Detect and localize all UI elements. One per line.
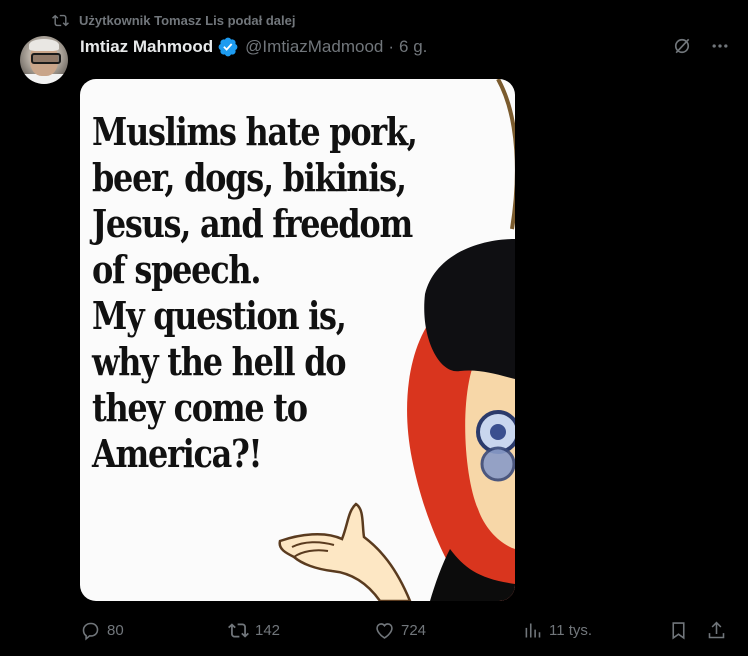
bookmark-icon	[672, 621, 685, 639]
repost-icon	[228, 622, 249, 638]
tweet-media-image[interactable]: Muslims hate pork, beer, dogs, bikinis, …	[80, 79, 515, 601]
views-button[interactable]: 11 tys.	[522, 618, 592, 642]
share-icon	[708, 621, 725, 638]
reply-icon	[82, 622, 99, 641]
like-count: 724	[401, 621, 427, 639]
meme-caption: Muslims hate pork, beer, dogs, bikinis, …	[92, 109, 445, 477]
timestamp[interactable]: 6 g.	[399, 37, 427, 57]
author-handle[interactable]: @ImtiazMadmood	[245, 37, 383, 57]
tweet-header: Imtiaz Mahmood @ImtiazMadmood · 6 g.	[80, 36, 427, 58]
grok-icon[interactable]	[672, 36, 692, 61]
repost-count: 142	[255, 621, 281, 639]
tweet-top-icons	[672, 36, 730, 61]
repost-context[interactable]: Użytkownik Tomasz Lis podał dalej	[52, 10, 295, 30]
like-icon	[376, 622, 393, 639]
like-button[interactable]: 724	[374, 618, 426, 642]
verified-badge-icon[interactable]	[217, 36, 239, 58]
share-button[interactable]	[706, 618, 727, 642]
meme-line: Muslims hate pork,	[92, 109, 418, 154]
meme-line: My question is,	[92, 293, 347, 338]
meme-line: beer, dogs, bikinis,	[92, 155, 407, 200]
separator-dot: ·	[388, 37, 395, 56]
repost-icon	[52, 14, 69, 26]
repost-text: Użytkownik Tomasz Lis podał dalej	[79, 12, 296, 28]
meme-line: Jesus, and freedom	[92, 201, 413, 246]
reply-count: 80	[107, 621, 124, 639]
reply-button[interactable]: 80	[80, 618, 124, 642]
avatar[interactable]	[20, 36, 68, 84]
bookmark-button[interactable]	[668, 618, 689, 642]
views-count: 11 tys.	[549, 621, 593, 639]
meme-line: why the hell do	[92, 339, 347, 384]
author-name[interactable]: Imtiaz Mahmood	[80, 37, 213, 57]
more-icon[interactable]	[710, 36, 730, 61]
tweet-actions: 80 142 724 11 tys.	[80, 618, 732, 642]
repost-button[interactable]: 142	[228, 618, 280, 642]
meme-line: America?!	[92, 431, 263, 476]
views-icon	[525, 623, 541, 637]
meme-line: of speech.	[92, 247, 261, 292]
meme-line: they come to	[92, 385, 308, 430]
tweet[interactable]: Użytkownik Tomasz Lis podał dalej Imtiaz…	[0, 0, 748, 656]
